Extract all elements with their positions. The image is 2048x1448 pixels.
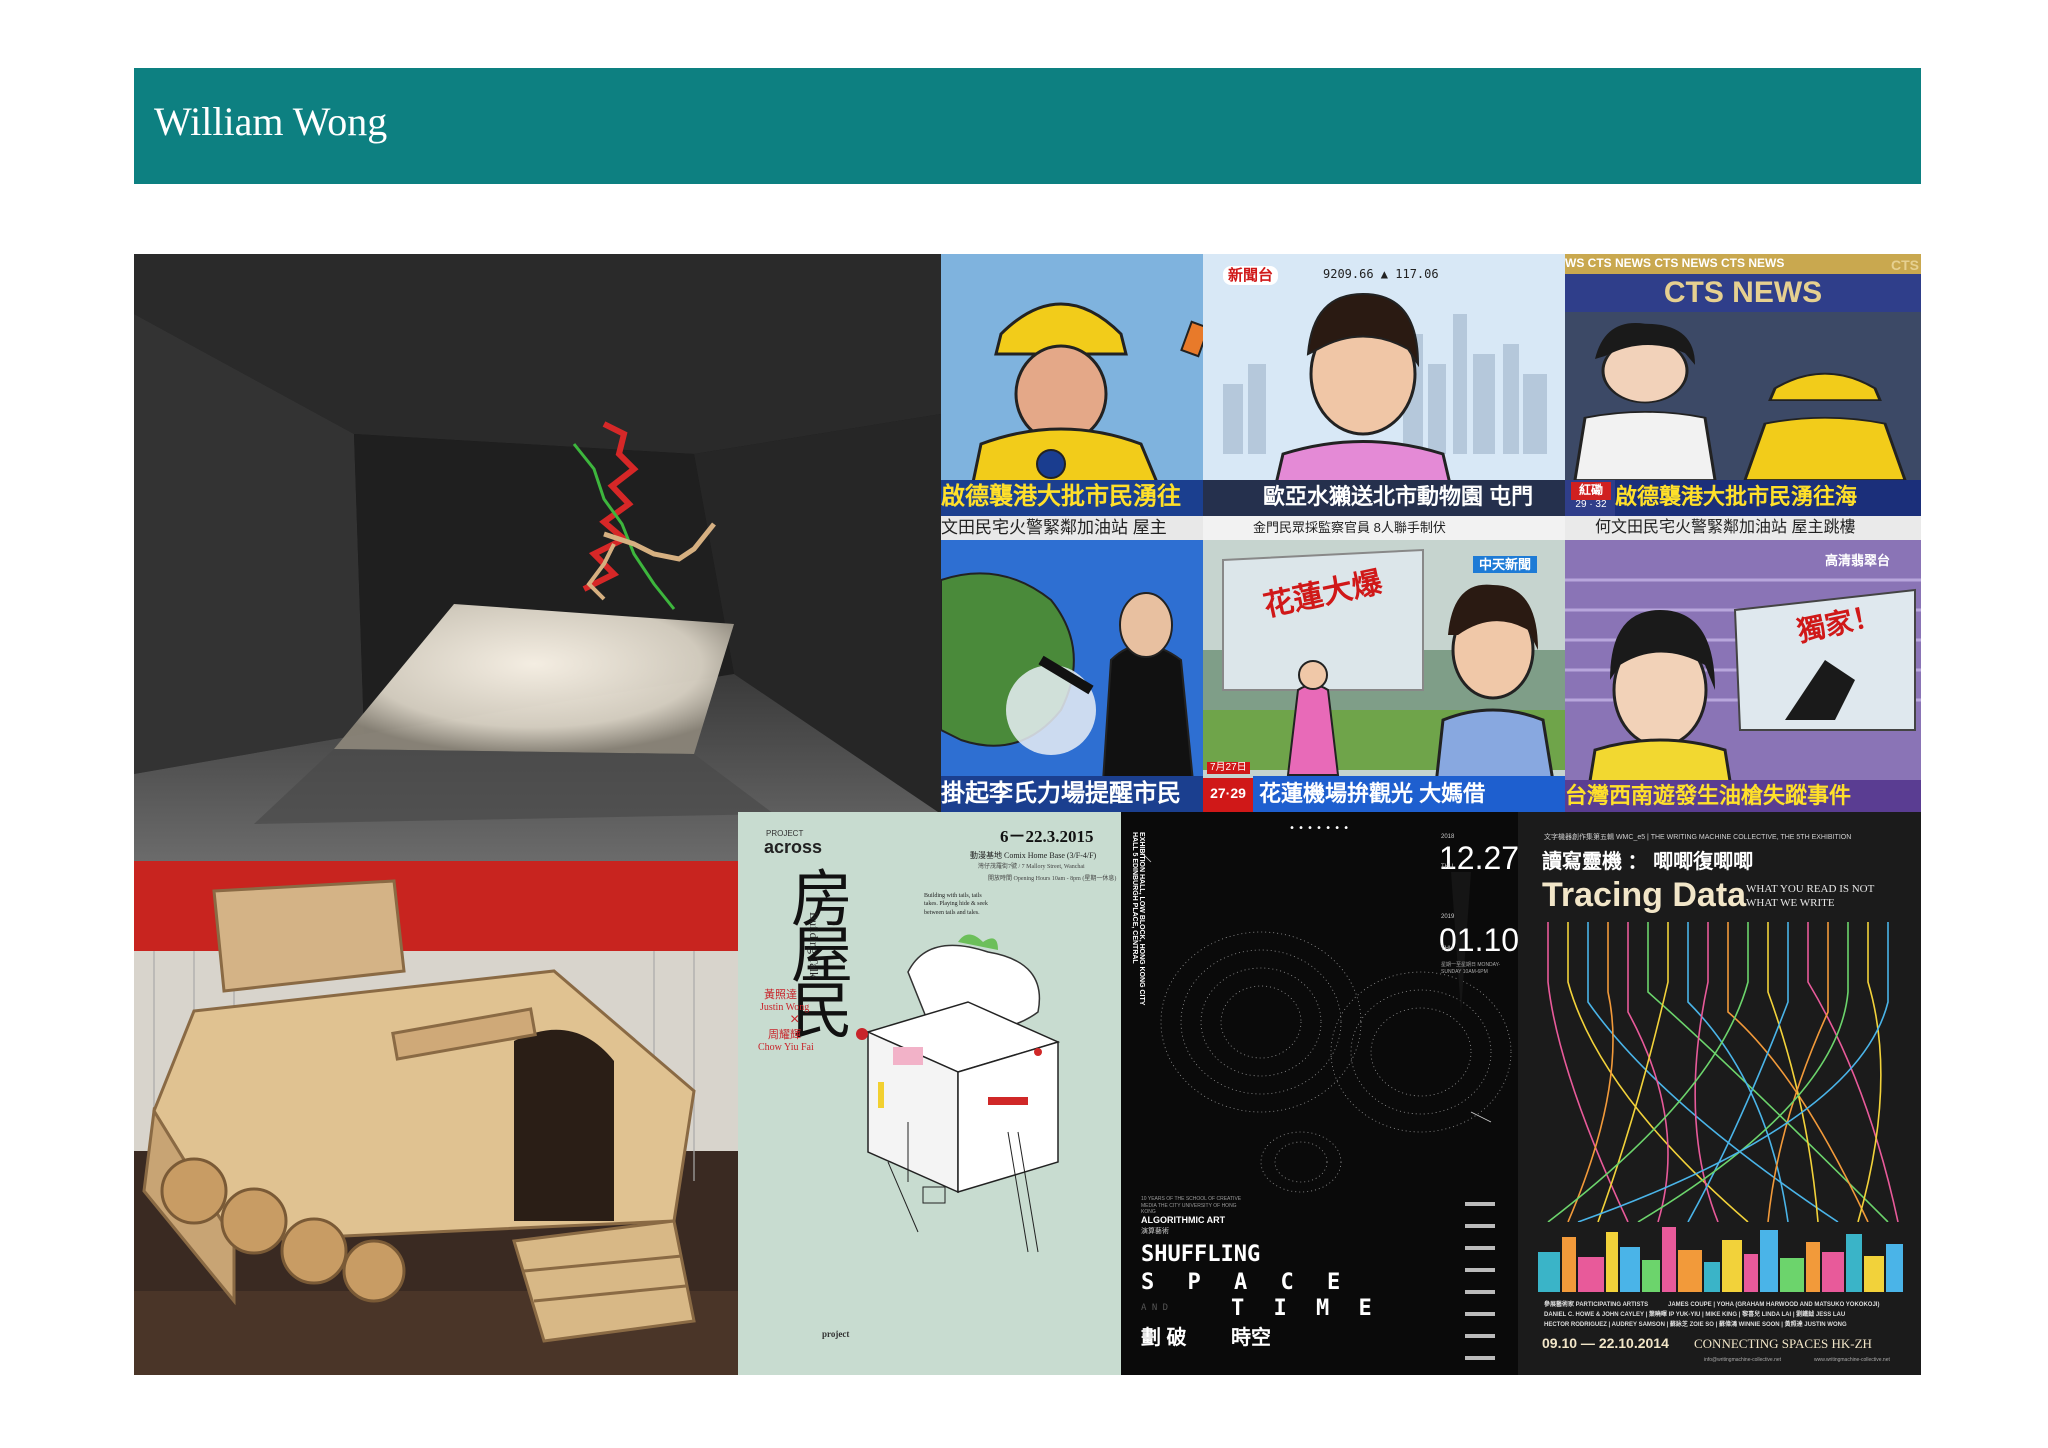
poster-shuffling-title4: T I M E — [1231, 1296, 1380, 1321]
wooden-tank-sculpture-image — [134, 861, 738, 1375]
poster-shuffling-title3: A N D — [1141, 1303, 1169, 1313]
poster-shuffling-date1-day: THU — [1441, 864, 1454, 870]
news-panel-3-tag-sub: 29 · 32 — [1575, 499, 1607, 510]
dark-room-illustration — [134, 254, 941, 861]
wooden-tank-illustration — [134, 861, 738, 1375]
news-panel-3-tag: 紅磡 — [1571, 482, 1611, 500]
poster-across-venue: 動漫基地 Comix Home Base (3/F-4/F) — [970, 851, 1097, 860]
poster-across-artist1-en: Justin Wong — [760, 1002, 810, 1013]
poster-across-title-en: Building Talk — [807, 912, 821, 978]
poster-shuffling-sponsor-logos — [1465, 1192, 1495, 1362]
news-panel-4: 掛起李氏力場提醒市民 — [941, 540, 1203, 812]
poster-shuffling-side-text: EXHIBITION HALL, LOW BLOCK, HONG KONG CI… — [1131, 832, 1145, 1006]
poster-shuffling-date2-small: 2019 — [1441, 914, 1455, 920]
poster-tracing-connecting: CONNECTING SPACES HK-ZH — [1694, 1336, 1872, 1351]
poster-across-blurb: Building with tails, tails takes. Playin… — [924, 893, 988, 916]
poster-tracing-artists2: DANIEL C. HOWE & JOHN CAYLEY | 葉曉暉 IP YU… — [1544, 1312, 1846, 1318]
poster-tracing-topline: 文字機器創作集第五輯 WMC_e5 | THE WRITING MACHINE … — [1544, 834, 1852, 841]
news-panel-1-subcaption: 文田民宅火警緊鄰加油站 屋主 — [941, 516, 1203, 540]
poster-across-footer-brand: project — [822, 1329, 850, 1339]
poster-across-artist2-cn: 周耀輝 — [768, 1029, 801, 1041]
poster-across-dates: 6－22.3.2015 — [1000, 827, 1094, 846]
news-panel-6-caption: 台灣西南遊發生油槍失蹤事件 — [1565, 780, 1921, 812]
news-panel-1-caption: 啟德襲港大批市民湧往 — [941, 480, 1203, 519]
airport-reporter-illustration — [1203, 540, 1565, 812]
header-banner: William Wong — [134, 68, 1921, 184]
poster-building-talk: PROJECT across 6－22.3.2015 動漫基地 Comix Ho… — [738, 812, 1121, 1375]
poster-across-venue-sub: 灣仔茂羅街7號 / 7 Mallory Street, Wanchai — [978, 864, 1085, 870]
news-panel-2-channel: 新聞台 — [1223, 266, 1279, 285]
news-panel-2-ticker: 9209.66 ▲ 117.06 — [1323, 267, 1439, 281]
poster-shuffling-title1: SHUFFLING — [1141, 1242, 1261, 1267]
news-panel-5: 中天新聞 花蓮大爆 7月27日 27·29 花蓮機場拚觀光 大媽借 — [1203, 540, 1565, 812]
poster-across-brand: across — [764, 837, 823, 857]
poster-tracing-artists1: JAMES COUPE | YOHA (GRAHAM HARWOOD AND M… — [1668, 1302, 1880, 1308]
news-panel-2-caption: 歐亞水獺送北市動物園 屯門 — [1203, 480, 1565, 520]
poster-shuffling-title2: S P A C E — [1141, 1270, 1351, 1295]
news-panel-1: 啟德襲港大批市民湧往 文田民宅火警緊鄰加油站 屋主 — [941, 254, 1203, 540]
poster-shuffling-space-time: ••••••• 2018 12.27 THU 2019 01.10 THU 星期… — [1121, 812, 1518, 1375]
poster-shuffling-ten-years: 10 YEARS OF THE SCHOOL OF CREATIVE MEDIA… — [1141, 1196, 1242, 1215]
poster-shuffling-category-cn: 演算藝術 — [1141, 1228, 1169, 1235]
news-screenshots-grid: 啟德襲港大批市民湧往 文田民宅火警緊鄰加油站 屋主 新聞台 9209.66 ▲ … — [941, 254, 1921, 812]
installation-dark-room-image — [134, 254, 941, 861]
news-panel-5-caption: 花蓮機場拚觀光 大媽借 — [1253, 776, 1565, 812]
poster-shuffling-hours: 星期一至星期日 MONDAY-SUNDAY 10AM-6PM — [1441, 962, 1501, 975]
news-panel-3-corner: CTS — [1891, 257, 1919, 273]
news-panel-2-subcaption: 金門民眾採監察官員 8人聯手制伏 — [1203, 516, 1565, 540]
news-panel-2: 新聞台 9209.66 ▲ 117.06 歐亞水獺送北市動物園 屯門 金門民眾採… — [1203, 254, 1565, 540]
poster-tracing-tagline1: WHAT YOU READ IS NOT — [1746, 883, 1875, 895]
poster-shuffling-date2-day: THU — [1441, 946, 1454, 952]
news-panel-6: 高清翡翠台 獨家！ 台灣西南遊發生油槍失蹤事件 — [1565, 540, 1921, 812]
news-panel-3-subcaption: 何文田民宅火警緊鄰加油站 屋主跳樓 — [1565, 516, 1921, 540]
poster-tracing-dates: 09.10 — 22.10.2014 — [1542, 1335, 1669, 1351]
news-panel-3-banner: CTS NEWS — [1565, 274, 1921, 316]
city-skyline-illustration — [1538, 1227, 1903, 1292]
isometric-building-illustration — [865, 934, 1061, 1253]
anchor-exclusive-illustration — [1565, 540, 1921, 812]
weather-map-presenter-illustration — [941, 540, 1203, 812]
poster-across-artist1-cn: 黃照達 — [764, 989, 797, 1001]
poster-across-hours: 開放時間 Opening Hours 10am - 8pm (星期一休息) — [988, 876, 1117, 882]
poster-shuffling-title-cn1: 劃 破 — [1141, 1327, 1187, 1349]
page-title: William Wong — [154, 99, 388, 144]
news-panel-3-caption: 啟德襲港大批市民湧往海 — [1615, 480, 1921, 520]
data-lines-illustration — [1547, 922, 1899, 1222]
poster-tracing-web2: www.writingmachine-collective.net — [1814, 1357, 1890, 1363]
news-panel-5-channel: 中天新聞 — [1473, 556, 1538, 573]
anchor-and-reporter-illustration — [1565, 312, 1921, 480]
news-panel-5-time: 7月27日 — [1207, 762, 1250, 774]
news-panel-6-channel: 高清翡翠台 — [1825, 553, 1891, 568]
poster-shuffling-category: ALGORITHMIC ART — [1141, 1215, 1226, 1225]
poster-across-cross-mark: × — [790, 1011, 800, 1028]
news-panel-3: WS CTS NEWS CTS NEWS CTS NEWS CTS NEWS C… — [1565, 254, 1921, 540]
news-panel-4-caption: 掛起李氏力場提醒市民 — [941, 776, 1203, 812]
poster-tracing-title-en: Tracing Data — [1542, 876, 1747, 914]
poster-shuffling-dots-top: ••••••• — [1289, 823, 1353, 834]
poster-shuffling-title-cn2: 時空 — [1231, 1327, 1271, 1349]
poster-tracing-title-cn: 讀寫靈機 ： 唧唧復唧唧 — [1542, 851, 1754, 873]
poster-across-artist2-en: Chow Yiu Fai — [758, 1042, 814, 1053]
poster-tracing-data: 文字機器創作集第五輯 WMC_e5 | THE WRITING MACHINE … — [1518, 812, 1921, 1375]
news-panel-5-date-tag: 27·29 — [1203, 778, 1253, 812]
poster-tracing-web: info@writingmachine-collective.net — [1704, 1357, 1782, 1363]
poster-tracing-tagline2: WHAT WE WRITE — [1746, 897, 1835, 909]
poster-tracing-artists-label: 參展藝術家 PARTICIPATING ARTISTS — [1544, 1302, 1649, 1308]
poster-across-red-dot — [856, 1028, 868, 1040]
poster-tracing-artists3: HECTOR RODRIGUEZ | AUDREY SAMSON | 蘇詠芝 Z… — [1544, 1322, 1847, 1328]
